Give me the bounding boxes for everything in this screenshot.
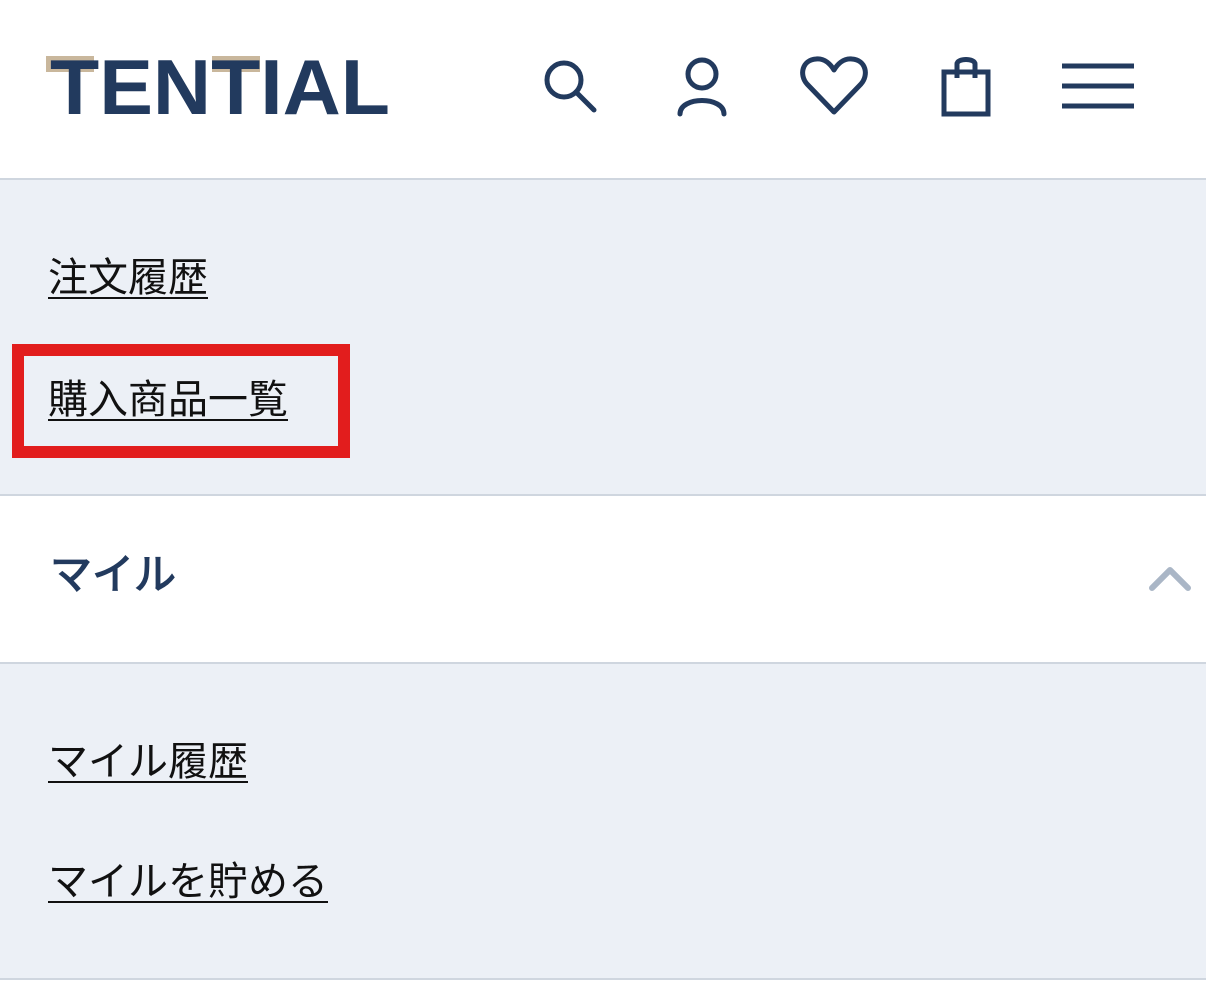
tential-logo[interactable]: TENTIAL bbox=[46, 43, 396, 131]
hamburger-menu-icon[interactable] bbox=[1060, 48, 1136, 124]
mile-history-link[interactable]: マイル履歴 bbox=[48, 738, 248, 786]
earn-miles-link[interactable]: マイルを貯める bbox=[48, 858, 328, 906]
heart-icon[interactable] bbox=[796, 48, 872, 124]
chevron-up-icon bbox=[1149, 567, 1191, 591]
shopping-bag-icon[interactable] bbox=[928, 48, 1004, 124]
search-icon[interactable] bbox=[532, 48, 608, 124]
tential-logo-mark: TENTIAL bbox=[46, 43, 390, 131]
site-header: TENTIAL bbox=[0, 0, 1206, 180]
highlight-box bbox=[12, 344, 350, 458]
user-icon[interactable] bbox=[664, 48, 740, 124]
mile-section-header[interactable]: マイル bbox=[0, 496, 1206, 662]
logo-text: TENTIAL bbox=[50, 50, 390, 120]
order-history-link[interactable]: 注文履歴 bbox=[48, 254, 208, 302]
mile-section-title: マイル bbox=[50, 550, 177, 599]
mile-submenu bbox=[0, 662, 1206, 980]
